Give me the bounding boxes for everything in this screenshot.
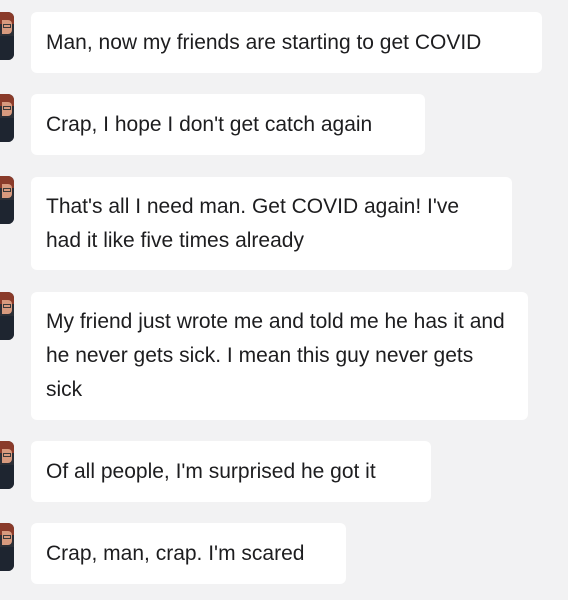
message-bubble[interactable]: Of all people, I'm surprised he got it [31,441,431,502]
avatar[interactable] [0,523,14,571]
avatar[interactable] [0,94,14,142]
avatar[interactable] [0,12,14,60]
message-bubble[interactable]: Crap, I hope I don't get catch again [31,94,425,155]
message-bubble[interactable]: Man, now my friends are starting to get … [31,12,542,73]
avatar[interactable] [0,292,14,340]
message-text: Man, now my friends are starting to get … [46,30,482,54]
message-text: Crap, man, crap. I'm scared [46,541,305,565]
message-text: Of all people, I'm surprised he got it [46,459,376,483]
avatar[interactable] [0,176,14,224]
message-text: Crap, I hope I don't get catch again [46,112,373,136]
message-bubble[interactable]: My friend just wrote me and told me he h… [31,292,528,420]
message-bubble[interactable]: That's all I need man. Get COVID again! … [31,177,512,270]
message-bubble[interactable]: Crap, man, crap. I'm scared [31,523,346,584]
message-text: That's all I need man. Get COVID again! … [46,194,460,252]
avatar[interactable] [0,441,14,489]
message-text: My friend just wrote me and told me he h… [46,310,505,401]
